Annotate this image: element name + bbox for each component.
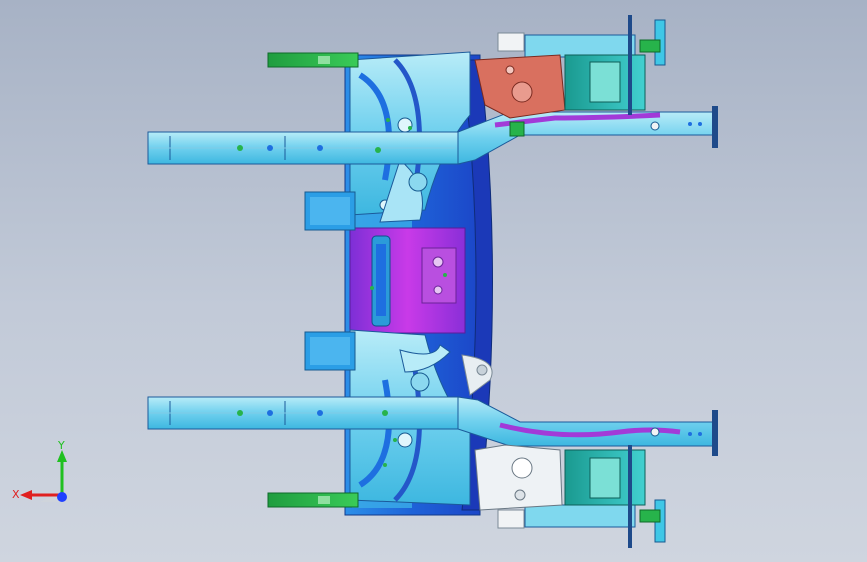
axis-triad: Y X [12, 440, 67, 502]
lower-right-bracket[interactable] [474, 444, 666, 548]
z-axis-dot [57, 492, 67, 502]
upper-green-arm[interactable] [267, 52, 359, 68]
left-upper-bracket[interactable] [304, 191, 356, 231]
center-purple-panel[interactable] [349, 227, 466, 334]
cad-graphics-viewport[interactable]: Y X [0, 0, 867, 562]
x-axis-label: X [12, 488, 20, 501]
lower-green-arm[interactable] [267, 492, 359, 508]
y-axis-label: Y [57, 440, 65, 452]
left-lower-bracket[interactable] [304, 331, 356, 371]
chassis-frame-model[interactable] [0, 0, 867, 562]
upper-right-bracket[interactable] [474, 15, 666, 119]
